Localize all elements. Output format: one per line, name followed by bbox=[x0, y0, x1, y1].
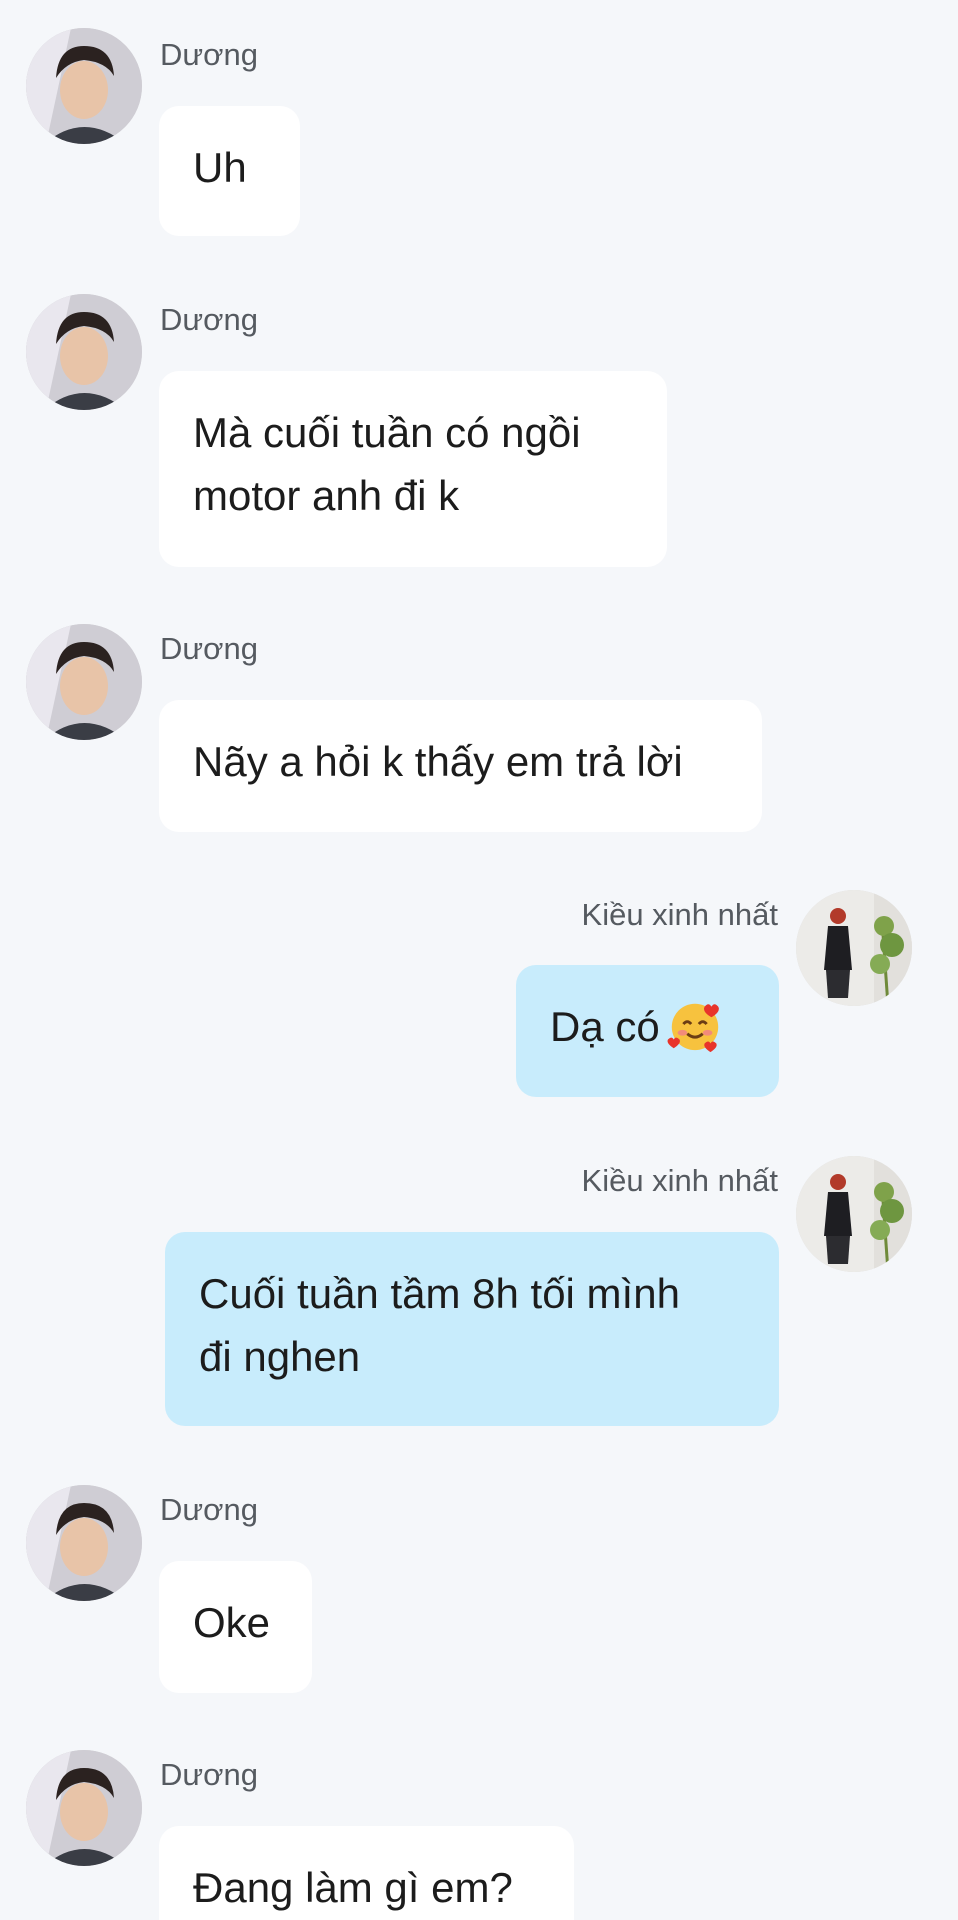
avatar[interactable] bbox=[26, 294, 142, 410]
woman-portrait-icon bbox=[796, 890, 912, 1006]
avatar[interactable] bbox=[26, 1750, 142, 1866]
avatar[interactable] bbox=[26, 28, 142, 144]
message-text: Đang làm gì em? bbox=[193, 1864, 513, 1911]
message-bubble[interactable]: Nãy a hỏi k thấy em trả lời bbox=[159, 700, 762, 832]
message-text-line: Cuối tuần tầm 8h tối mình bbox=[199, 1270, 680, 1317]
message-text-line: đi nghen bbox=[199, 1333, 361, 1380]
avatar[interactable] bbox=[796, 890, 912, 1006]
message-text-line: motor anh đi k bbox=[193, 472, 460, 519]
man-portrait-icon bbox=[26, 1750, 142, 1866]
man-portrait-icon bbox=[26, 28, 142, 144]
message-text: Uh bbox=[193, 144, 247, 191]
man-portrait-icon bbox=[26, 294, 142, 410]
sender-name: Kiều xinh nhất bbox=[581, 1163, 778, 1198]
man-portrait-icon bbox=[26, 624, 142, 740]
sender-name: Dương bbox=[160, 1757, 258, 1792]
smiling-face-with-hearts-icon bbox=[667, 1003, 719, 1053]
avatar[interactable] bbox=[26, 1485, 142, 1601]
message-bubble[interactable]: Đang làm gì em? bbox=[159, 1826, 574, 1920]
sender-name: Dương bbox=[160, 37, 258, 72]
message-bubble[interactable]: Uh bbox=[159, 106, 300, 236]
message-text-line: Mà cuối tuần có ngồi bbox=[193, 409, 581, 456]
message-bubble[interactable]: Oke bbox=[159, 1561, 312, 1693]
woman-portrait-icon bbox=[796, 1156, 912, 1272]
sender-name: Dương bbox=[160, 631, 258, 666]
message-text: Dạ có bbox=[550, 1003, 660, 1050]
message-text: Nãy a hỏi k thấy em trả lời bbox=[193, 738, 683, 785]
sender-name: Dương bbox=[160, 302, 258, 337]
message-text: Oke bbox=[193, 1599, 271, 1646]
message-bubble[interactable]: Mà cuối tuần có ngồi motor anh đi k bbox=[159, 371, 667, 567]
avatar[interactable] bbox=[26, 624, 142, 740]
sender-name: Kiều xinh nhất bbox=[581, 897, 778, 932]
message-bubble[interactable]: Cuối tuần tầm 8h tối mình đi nghen bbox=[165, 1232, 779, 1426]
message-bubble[interactable]: Dạ có bbox=[516, 965, 779, 1097]
sender-name: Dương bbox=[160, 1492, 258, 1527]
avatar[interactable] bbox=[796, 1156, 912, 1272]
man-portrait-icon bbox=[26, 1485, 142, 1601]
